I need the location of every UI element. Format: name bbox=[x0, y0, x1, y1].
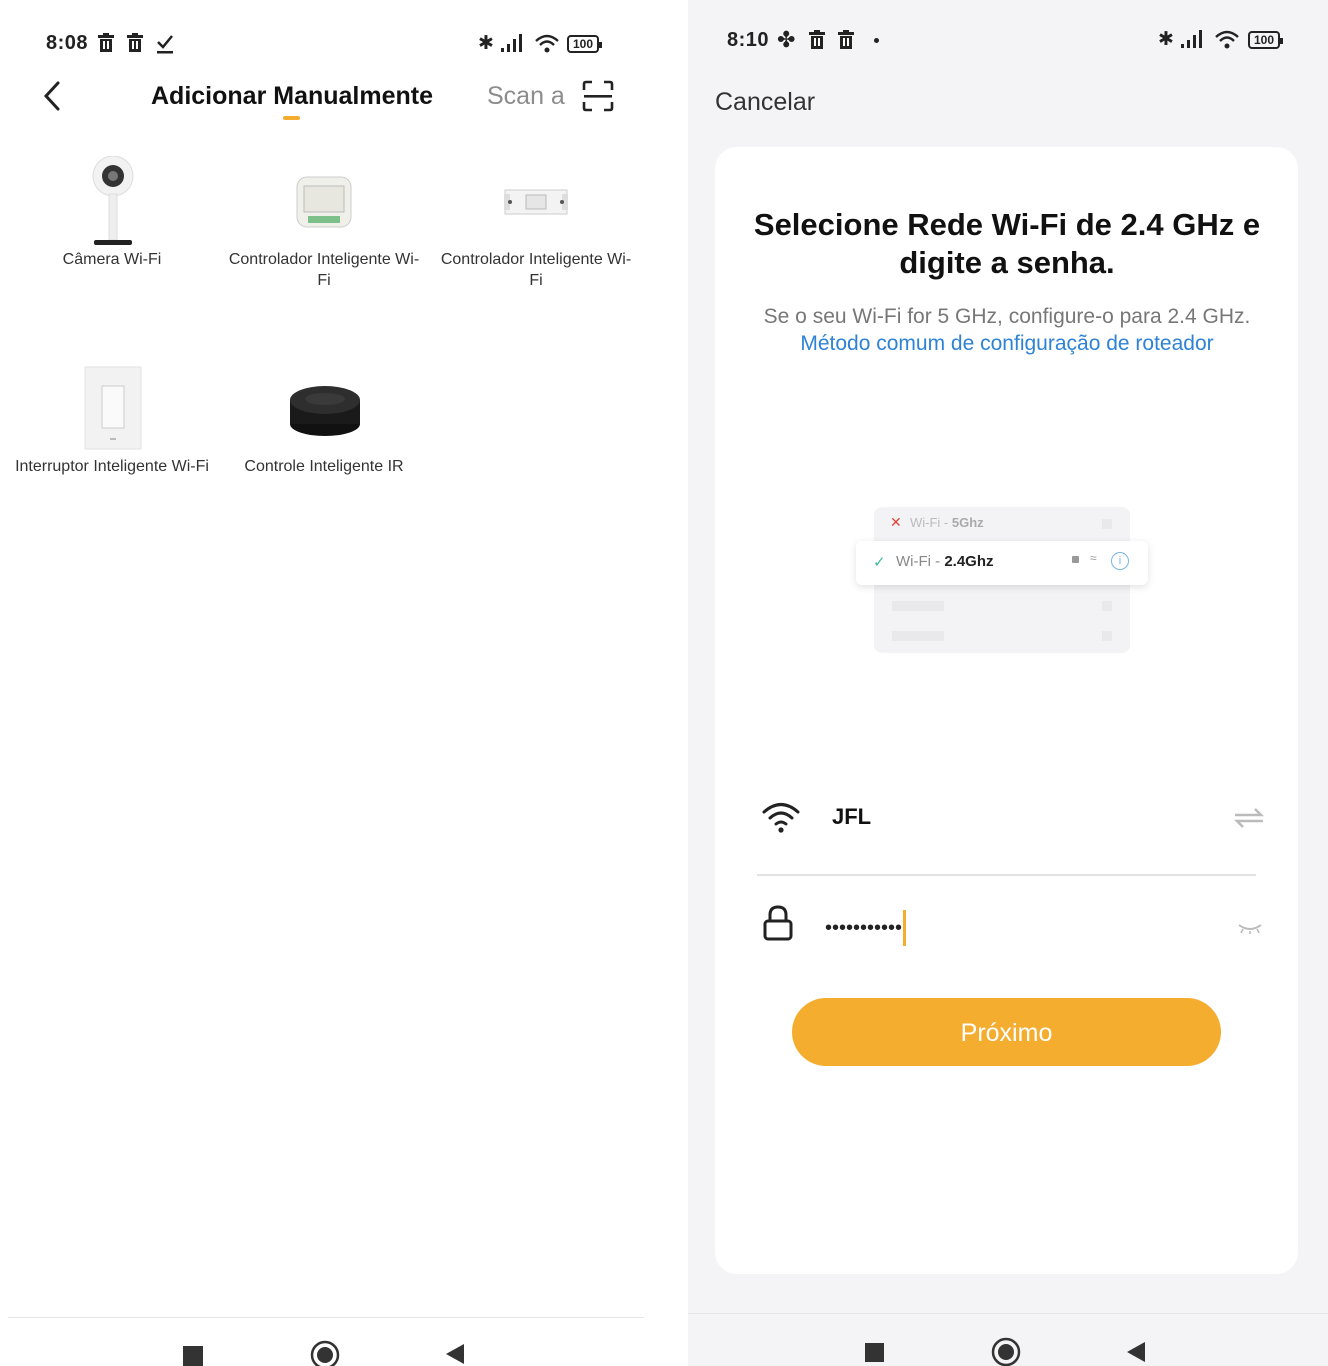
notification-dot-icon bbox=[874, 38, 879, 43]
bluetooth-icon: ✱ bbox=[1158, 29, 1174, 50]
device-item-ir[interactable]: Controle Inteligente IR bbox=[224, 360, 424, 510]
lock-icon bbox=[763, 905, 793, 941]
subtitle: Se o seu Wi-Fi for 5 GHz, configure-o pa… bbox=[757, 303, 1257, 357]
back-nav-button[interactable] bbox=[1125, 1340, 1147, 1364]
download-done-icon bbox=[157, 35, 173, 54]
page-heading: Selecione Rede Wi-Fi de 2.4 GHz e digite… bbox=[753, 207, 1261, 280]
back-nav-button[interactable] bbox=[444, 1342, 466, 1366]
placeholder-bar bbox=[892, 601, 944, 611]
signal-icon bbox=[1181, 30, 1202, 48]
info-icon: i bbox=[1111, 552, 1129, 570]
status-time: 8:08 bbox=[46, 32, 89, 54]
wifi-24g-label: Wi-Fi - 2.4Ghz bbox=[896, 553, 994, 570]
device-label: Interruptor Inteligente Wi-Fi bbox=[15, 458, 209, 475]
active-tab-indicator bbox=[283, 116, 300, 120]
device-label: Controlador Inteligente Wi-Fi bbox=[440, 251, 632, 289]
bluetooth-icon: ✱ bbox=[478, 33, 494, 54]
home-button[interactable] bbox=[991, 1337, 1021, 1366]
battery-indicator: 100 bbox=[567, 35, 603, 53]
back-arrow-icon[interactable] bbox=[40, 80, 64, 112]
device-item-camera[interactable]: Câmera Wi-Fi bbox=[12, 150, 212, 280]
hide-password-icon[interactable] bbox=[1237, 921, 1263, 935]
switch-network-icon[interactable] bbox=[1233, 807, 1265, 829]
tab-scan[interactable]: Scan a bbox=[487, 82, 565, 111]
nav-divider bbox=[8, 1317, 644, 1318]
device-label: Controle Inteligente IR bbox=[244, 458, 404, 475]
trash-icon bbox=[838, 30, 854, 49]
wall-switch-icon bbox=[84, 366, 142, 450]
ir-hub-icon bbox=[290, 386, 360, 436]
placeholder-square bbox=[1102, 601, 1112, 611]
text-cursor bbox=[903, 910, 907, 946]
wifi-icon bbox=[1215, 30, 1239, 49]
wifi-icon bbox=[535, 34, 559, 53]
password-input[interactable]: ••••••••••• bbox=[825, 910, 907, 946]
wifi-form-card: Selecione Rede Wi-Fi de 2.4 GHz e digite… bbox=[715, 147, 1298, 1274]
field-divider bbox=[757, 874, 1256, 876]
device-item-relay[interactable]: Controlador Inteligente Wi-Fi bbox=[436, 150, 636, 320]
cancel-button[interactable]: Cancelar bbox=[715, 88, 815, 117]
wifi-5g-label: Wi-Fi - 5Ghz bbox=[910, 515, 984, 530]
scan-icon[interactable] bbox=[582, 80, 614, 112]
router-config-link[interactable]: Método comum de configuração de roteador bbox=[800, 332, 1213, 355]
device-item-switch[interactable]: Interruptor Inteligente Wi-Fi bbox=[12, 360, 212, 530]
status-bar: 8:10 ✤ ✱ 100 bbox=[688, 0, 1328, 70]
wifi-setup-screen: 8:10 ✤ ✱ 100 Cancelar Selecione Rede Wi-… bbox=[688, 0, 1328, 1366]
trash-icon bbox=[98, 33, 114, 52]
device-label: Câmera Wi-Fi bbox=[62, 251, 162, 268]
check-icon: ✓ bbox=[873, 554, 886, 571]
recents-button[interactable] bbox=[865, 1343, 884, 1362]
battery-indicator: 100 bbox=[1248, 31, 1284, 49]
placeholder-square bbox=[1102, 519, 1112, 529]
device-item-controller[interactable]: Controlador Inteligente Wi-Fi bbox=[224, 150, 424, 320]
smart-controller-module-icon bbox=[296, 176, 352, 228]
page-title[interactable]: Adicionar Manualmente bbox=[151, 82, 433, 111]
nav-divider bbox=[688, 1313, 1328, 1314]
signal-icon bbox=[501, 34, 522, 52]
subtitle-text: Se o seu Wi-Fi for 5 GHz, configure-o pa… bbox=[763, 305, 1251, 328]
add-manually-screen: 8:08 ✱ 100 Adicionar Manualmente Scan a bbox=[0, 0, 644, 1366]
trash-icon bbox=[127, 33, 143, 52]
password-value: ••••••••••• bbox=[825, 916, 903, 939]
wifi-network-icon bbox=[762, 803, 800, 833]
fan-icon: ✤ bbox=[777, 27, 796, 52]
placeholder-square bbox=[1102, 631, 1112, 641]
lock-small-icon bbox=[1072, 556, 1079, 563]
placeholder-bar bbox=[892, 631, 944, 641]
selected-network-row: ✓ Wi-Fi - 2.4Ghz ≈ i bbox=[856, 541, 1148, 585]
status-time: 8:10 bbox=[727, 29, 770, 51]
camera-icon bbox=[92, 156, 134, 245]
recents-button[interactable] bbox=[183, 1346, 203, 1366]
smart-relay-icon bbox=[504, 189, 568, 215]
device-label: Controlador Inteligente Wi-Fi bbox=[228, 251, 420, 289]
next-button[interactable]: Próximo bbox=[792, 998, 1221, 1066]
home-button[interactable] bbox=[310, 1340, 340, 1366]
wifi-name-field[interactable]: JFL bbox=[832, 804, 871, 830]
wifi-small-icon: ≈ bbox=[1090, 551, 1097, 565]
status-bar: 8:08 ✱ 100 bbox=[0, 0, 644, 70]
trash-icon bbox=[809, 30, 825, 49]
cross-icon: ✕ bbox=[890, 514, 902, 530]
wifi-band-illustration: ✕ Wi-Fi - 5Ghz ✓ Wi-Fi - 2.4Ghz ≈ i bbox=[856, 505, 1161, 657]
